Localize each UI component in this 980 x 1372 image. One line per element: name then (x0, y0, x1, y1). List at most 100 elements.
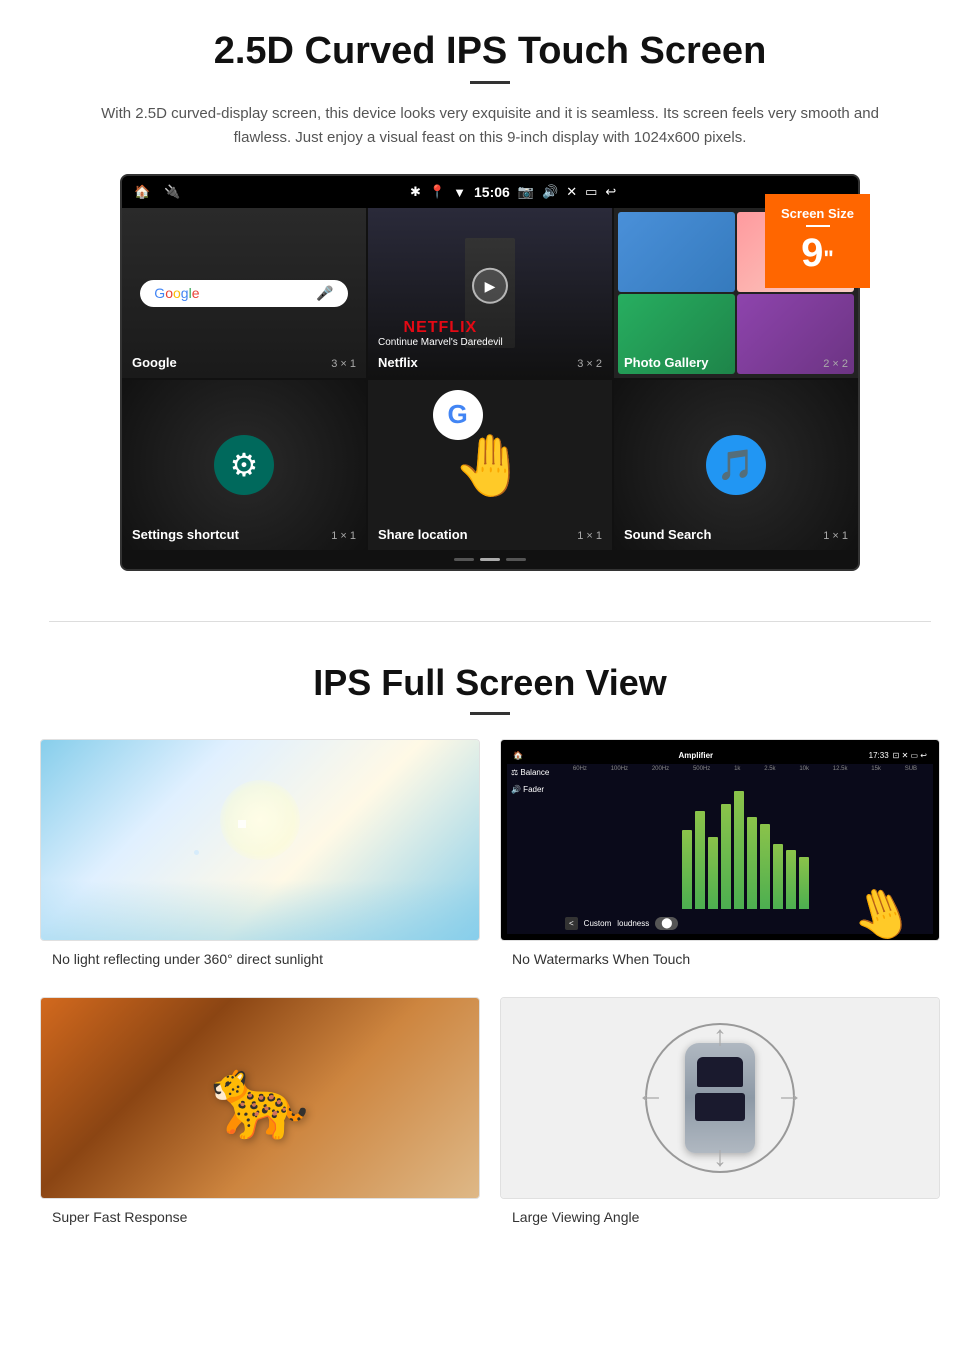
eq-freq-labels: 60Hz100Hz200Hz500Hz1k2.5k10k12.5k15kSUB (557, 764, 933, 774)
rotate-arrow-left: ↑ (633, 1091, 665, 1105)
location-icon: 📍 (429, 184, 445, 200)
rotate-arrow-bottom: ↑ (713, 1144, 727, 1176)
amp-time: 17:33 (869, 751, 889, 760)
pagination-dots (122, 550, 858, 569)
car-windshield (697, 1057, 743, 1087)
wifi-icon: ▼ (453, 185, 466, 200)
back-btn: < (565, 917, 578, 930)
eq-bar-1 (682, 830, 692, 909)
car-rotation-circle: ↑ ↑ ↑ ↑ (645, 1023, 795, 1173)
netflix-brand: NETFLIX Continue Marvel's Daredevil (378, 319, 503, 348)
share-hand-wrapper: G 🤚 (453, 430, 528, 501)
image-card-sunlight: No light reflecting under 360° direct su… (40, 739, 480, 977)
badge-line (806, 225, 830, 227)
netflix-label: Netflix (378, 355, 418, 370)
google-logo: Google (154, 285, 199, 301)
close-icon: ✕ (566, 184, 577, 200)
eq-bar-5 (734, 791, 744, 909)
camera-icon: 📷 (518, 184, 534, 200)
img-card-car: ↑ ↑ ↑ ↑ (500, 997, 940, 1199)
photo-thumb-1 (618, 212, 735, 292)
section-curved-screen: 2.5D Curved IPS Touch Screen With 2.5D c… (0, 0, 980, 591)
eq-bar-6 (747, 817, 757, 909)
gear-icon: ⚙ (230, 446, 259, 484)
section2-underline (470, 712, 510, 715)
google-search-bar[interactable]: Google 🎤 (140, 280, 347, 307)
image-card-amplifier: 🏠 Amplifier 17:33 ⊡ ✕ ▭ ↩ ⚖ Balance 🔊 Fa… (500, 739, 940, 977)
app-cell-netflix[interactable]: ▶ NETFLIX Continue Marvel's Daredevil Ne… (368, 208, 612, 378)
app-grid: Google 🎤 Google 3 × 1 ▶ (122, 208, 858, 550)
amp-inner: 🏠 Amplifier 17:33 ⊡ ✕ ▭ ↩ ⚖ Balance 🔊 Fa… (507, 746, 933, 934)
amp-status-bar: 🏠 Amplifier 17:33 ⊡ ✕ ▭ ↩ (507, 746, 933, 764)
amp-icons: ⊡ ✕ ▭ ↩ (893, 751, 927, 760)
eq-bar-4 (721, 804, 731, 909)
eq-bar-7 (760, 824, 770, 909)
section-divider (49, 621, 931, 622)
sunlight-image (41, 740, 479, 940)
amplifier-caption: No Watermarks When Touch (500, 941, 940, 977)
loudness-text: loudness (617, 919, 649, 928)
image-card-car: ↑ ↑ ↑ ↑ Large Viewing Angle (500, 997, 940, 1235)
eq-bar-3 (708, 837, 718, 909)
google-size: 3 × 1 (331, 358, 356, 370)
custom-text: Custom (584, 919, 612, 928)
app-cell-share[interactable]: G 🤚 Share location 1 × 1 (368, 380, 612, 550)
status-time: 15:06 (474, 184, 510, 200)
home-icon: 🏠 (134, 184, 150, 200)
status-left-icons: 🏠 🔌 (134, 184, 180, 200)
status-bar: 🏠 🔌 ✱ 📍 ▼ 15:06 📷 🔊 ✕ ▭ ↩ (122, 176, 858, 208)
toggle-switch: ⬤ (655, 917, 678, 930)
badge-unit: " (823, 246, 833, 271)
car-image: ↑ ↑ ↑ ↑ (501, 998, 939, 1198)
section2-image-grid: No light reflecting under 360° direct su… (40, 739, 940, 1235)
img-card-amp: 🏠 Amplifier 17:33 ⊡ ✕ ▭ ↩ ⚖ Balance 🔊 Fa… (500, 739, 940, 941)
dot-inactive-2 (506, 558, 526, 561)
img-card-cheetah: 🐆 (40, 997, 480, 1199)
netflix-subtitle: Continue Marvel's Daredevil (378, 337, 503, 348)
settings-label: Settings shortcut (132, 527, 239, 542)
play-button[interactable]: ▶ (472, 268, 508, 304)
badge-size-number: 9 (801, 231, 823, 275)
cheetah-icon: 🐆 (210, 1051, 310, 1145)
section2-title: IPS Full Screen View (40, 662, 940, 704)
netflix-logo: NETFLIX (378, 319, 503, 337)
share-label: Share location (378, 527, 468, 542)
lens-flare2 (194, 850, 199, 855)
app-cell-google[interactable]: Google 🎤 Google 3 × 1 (122, 208, 366, 378)
amp-fader-label: 🔊 Fader (511, 785, 553, 794)
hand-icon: 🤚 (453, 430, 528, 501)
section1-description: With 2.5D curved-display screen, this de… (100, 102, 880, 150)
cheetah-caption: Super Fast Response (40, 1199, 480, 1235)
car-top-view: ↑ ↑ ↑ ↑ (645, 1023, 795, 1173)
eq-bar-9 (786, 850, 796, 909)
usb-icon: 🔌 (164, 184, 180, 200)
dot-inactive-1 (454, 558, 474, 561)
bluetooth-icon: ✱ (410, 184, 421, 200)
screen-wrapper: Screen Size 9" 🏠 🔌 ✱ 📍 ▼ (120, 174, 860, 571)
car-caption: Large Viewing Angle (500, 1199, 940, 1235)
sound-size: 1 × 1 (823, 530, 848, 542)
badge-size: 9" (781, 231, 854, 276)
share-size: 1 × 1 (577, 530, 602, 542)
rotate-arrow-right: ↑ (775, 1091, 807, 1105)
amp-balance-label: ⚖ Balance (511, 768, 553, 777)
android-screen: 🏠 🔌 ✱ 📍 ▼ 15:06 📷 🔊 ✕ ▭ ↩ (120, 174, 860, 571)
amplifier-image: 🏠 Amplifier 17:33 ⊡ ✕ ▭ ↩ ⚖ Balance 🔊 Fa… (501, 740, 939, 940)
title-underline (470, 81, 510, 84)
google-label: Google (132, 355, 177, 370)
car-roof (695, 1093, 745, 1121)
image-card-cheetah: 🐆 Super Fast Response (40, 997, 480, 1235)
music-icon: 🎵 (706, 435, 766, 495)
sound-label: Sound Search (624, 527, 711, 542)
lens-flare (238, 820, 246, 828)
rotate-arrow-top: ↑ (713, 1020, 727, 1052)
status-center: ✱ 📍 ▼ 15:06 📷 🔊 ✕ ▭ ↩ (180, 184, 846, 200)
app-cell-settings[interactable]: ⚙ Settings shortcut 1 × 1 (122, 380, 366, 550)
eq-bar-8 (773, 844, 783, 910)
car-body (685, 1043, 755, 1153)
netflix-size: 3 × 2 (577, 358, 602, 370)
cheetah-image: 🐆 (41, 998, 479, 1198)
badge-title: Screen Size (781, 206, 854, 221)
google-g-icon: G (433, 390, 483, 440)
app-cell-sound[interactable]: 🎵 Sound Search 1 × 1 (614, 380, 858, 550)
